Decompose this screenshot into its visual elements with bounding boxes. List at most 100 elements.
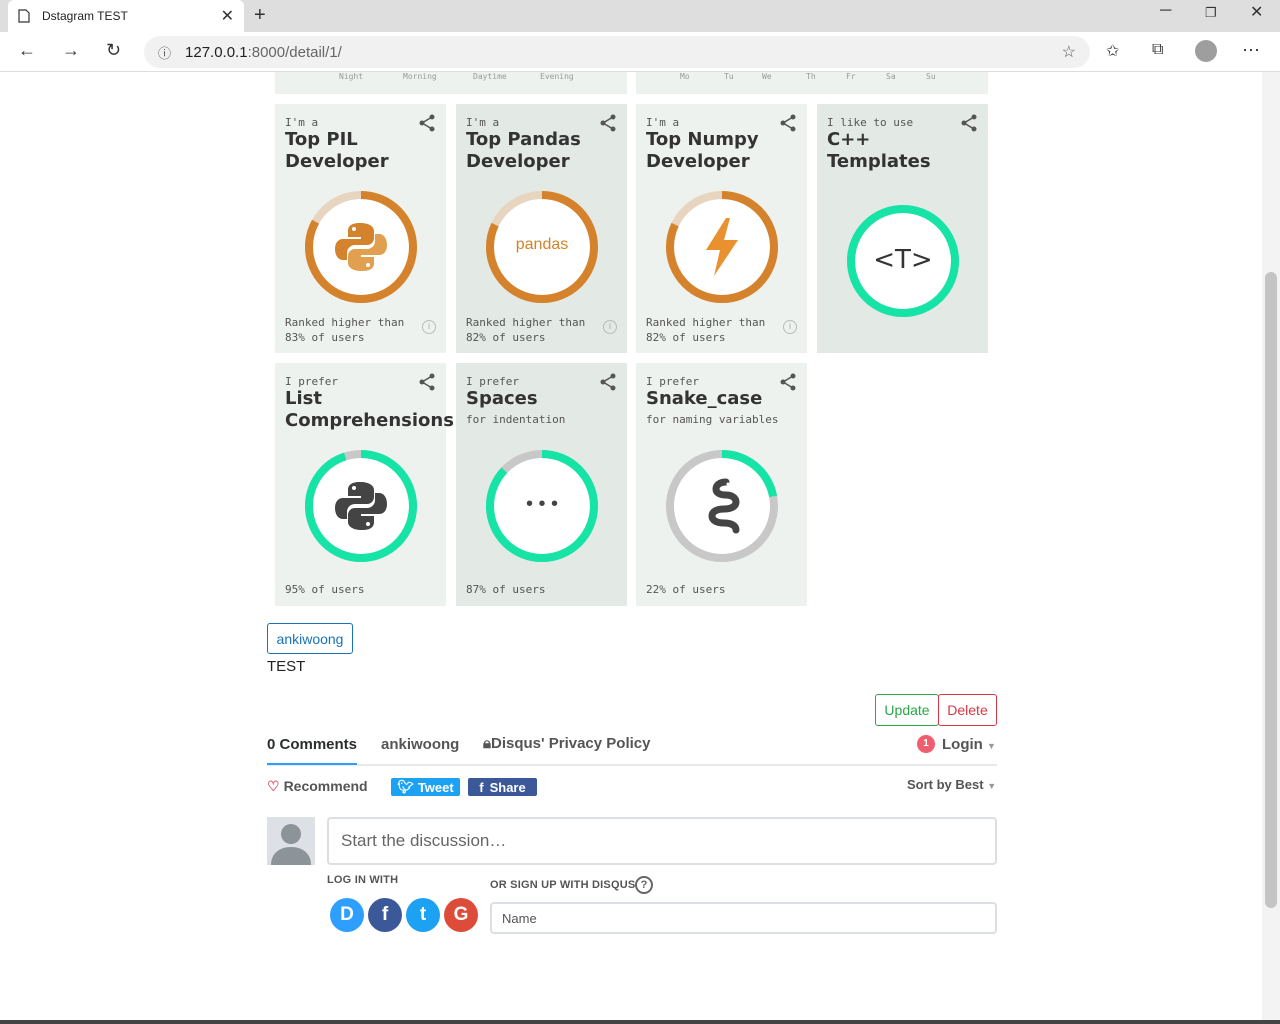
card-heading: List Comprehensions [285,388,454,431]
card-footer-line: Ranked higher than [466,316,586,329]
share-icon[interactable] [418,373,436,391]
new-tab-icon[interactable]: + [254,4,266,27]
chart-label: Daytime [473,72,507,81]
collections-icon[interactable]: ⧉ [1152,41,1163,59]
badge-card-numpy: I'm a Top Numpy Developer Ranked higher … [636,104,807,353]
chart-label: Sa [886,72,896,81]
day-of-week-chart: Mo Tu We Th Fr Sa Su [636,72,988,94]
card-footer: 87% of users [466,583,546,596]
close-tab-icon[interactable]: ✕ [221,6,234,26]
card-sup: I prefer [646,375,699,388]
badge-card-listcomp: I prefer List Comprehensions 95% of user… [275,363,454,606]
card-footer: 95% of users [285,583,365,596]
card-footer-line: 82% of users [466,331,546,344]
twitter-login-icon[interactable]: t [406,898,440,932]
share-icon[interactable] [960,114,978,132]
chart-label: Evening [540,72,574,81]
signup-label: OR SIGN UP WITH DISQUS [490,879,636,891]
tab-community[interactable]: ankiwoong [381,736,459,753]
delete-button[interactable]: Delete [938,694,997,726]
twitter-bird-icon: 🐦︎ [397,779,414,794]
author-tag-button[interactable]: ankiwoong [267,623,353,654]
disqus-login-icon[interactable]: D [330,898,364,932]
forward-icon[interactable]: → [62,40,80,61]
chart-label: Morning [403,72,437,81]
refresh-icon[interactable]: ↻ [106,40,121,61]
login-with-label: LOG IN WITH [327,874,399,886]
facebook-login-icon[interactable]: f [368,898,402,932]
site-info-icon[interactable]: ⓘ [158,43,171,62]
card-sup: I prefer [285,375,338,388]
google-login-icon[interactable]: G [444,898,478,932]
minimize-icon[interactable]: ─ [1160,2,1171,20]
facebook-share-button[interactable]: f Share [468,778,537,796]
url-path: :8000/detail/1/ [247,43,342,61]
login-dropdown[interactable]: Login ▼ [942,736,996,753]
sort-dropdown[interactable]: Sort by Best ▼ [907,777,996,792]
restore-icon[interactable]: ❐ [1205,5,1217,21]
share-icon[interactable] [779,114,797,132]
tweet-label: Tweet [417,779,454,795]
login-label: Login [942,736,983,753]
post-content: TEST [267,658,306,675]
notification-badge[interactable]: 1 [917,735,935,753]
info-icon[interactable]: i [783,320,797,334]
disqus-nav: 0 Comments ankiwoong 🔒︎Disqus' Privacy P… [267,730,997,766]
card-footer-line: Ranked higher than [285,316,405,329]
card-heading: Top Numpy Developer [646,129,759,172]
favorites-icon[interactable]: ✩ [1106,41,1119,61]
chart-label: We [762,72,772,81]
python-logo-icon [335,482,387,530]
nav-bar: ← → ↻ ⓘ 127.0.0.1:8000/detail/1/ ☆ ✩ ⧉ ⋯ [0,32,1280,72]
card-sup: I'm a [466,116,500,129]
share-icon[interactable] [779,373,797,391]
card-heading: C++ Templates [827,129,931,172]
name-input[interactable]: Name [490,902,997,934]
scrollbar-thumb[interactable] [1265,272,1277,908]
page-icon [18,9,30,23]
card-sup: I like to use [827,116,914,129]
badge-card-cpp: I like to use C++ Templates <T> [817,104,988,353]
tweet-button[interactable]: 🐦︎ Tweet [391,778,460,796]
tab-comments[interactable]: 0 Comments [267,736,357,753]
info-icon[interactable]: i [603,320,617,334]
browser-tab[interactable]: Dstagram TEST ✕ [8,0,244,32]
caret-down-icon: ▼ [987,741,996,751]
card-footer: Ranked higher than 82% of users [646,315,765,345]
chart-label: Mo [680,72,690,81]
update-button[interactable]: Update [875,694,939,726]
share-label: Share [489,779,526,795]
badge-card-pandas: I'm a Top Pandas Developer pandas Ranked… [456,104,627,353]
share-icon[interactable] [599,373,617,391]
dots-icon: • • • [525,493,559,515]
card-sup: I'm a [646,116,680,129]
chart-label: Fr [846,72,856,81]
address-bar[interactable]: ⓘ 127.0.0.1:8000/detail/1/ ☆ [144,36,1090,68]
info-icon[interactable]: i [422,320,436,334]
card-footer: Ranked higher than 82% of users [466,315,585,345]
help-icon[interactable]: ? [635,876,653,894]
recommend-button[interactable]: ♡ Recommend [267,778,368,795]
active-tab-indicator [267,763,357,765]
more-icon[interactable]: ⋯ [1242,40,1260,61]
chart-label: Th [806,72,816,81]
chart-label: Night [339,72,364,81]
share-icon[interactable] [418,114,436,132]
card-sup: I prefer [466,375,519,388]
comment-input[interactable]: Start the discussion… [327,817,997,865]
template-icon: <T> [873,245,933,275]
favorite-star-icon[interactable]: ☆ [1062,42,1076,62]
share-icon[interactable] [599,114,617,132]
card-footer-line: Ranked higher than [646,316,766,329]
back-icon[interactable]: ← [18,40,36,61]
privacy-policy-link[interactable]: 🔒︎Disqus' Privacy Policy [483,735,650,752]
chart-label: Tu [724,72,734,81]
taskbar-edge [0,1020,1280,1024]
user-avatar [267,817,315,865]
card-footer: Ranked higher than 83% of users [285,315,404,345]
profile-icon[interactable] [1195,40,1217,62]
window-close-icon[interactable]: ✕ [1250,2,1263,22]
scrollbar[interactable] [1262,72,1280,1020]
badge-card-spaces: I prefer Spaces for indentation • • • 87… [456,363,627,606]
lightning-icon [706,218,738,276]
